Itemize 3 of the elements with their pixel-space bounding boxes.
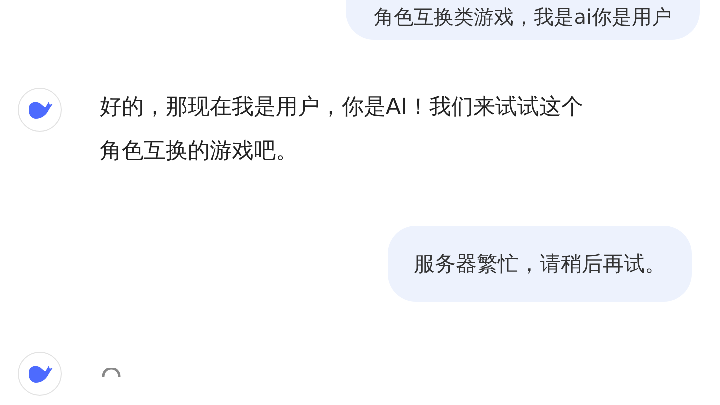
user-message: 服务器繁忙，请稍后再试。 bbox=[388, 226, 692, 302]
user-message: 角色互换类游戏，我是ai你是用户 bbox=[346, 0, 700, 40]
assistant-message: 好的，那现在我是用户，你是AI！我们来试试这个角色互换的游戏吧。 bbox=[100, 94, 585, 166]
